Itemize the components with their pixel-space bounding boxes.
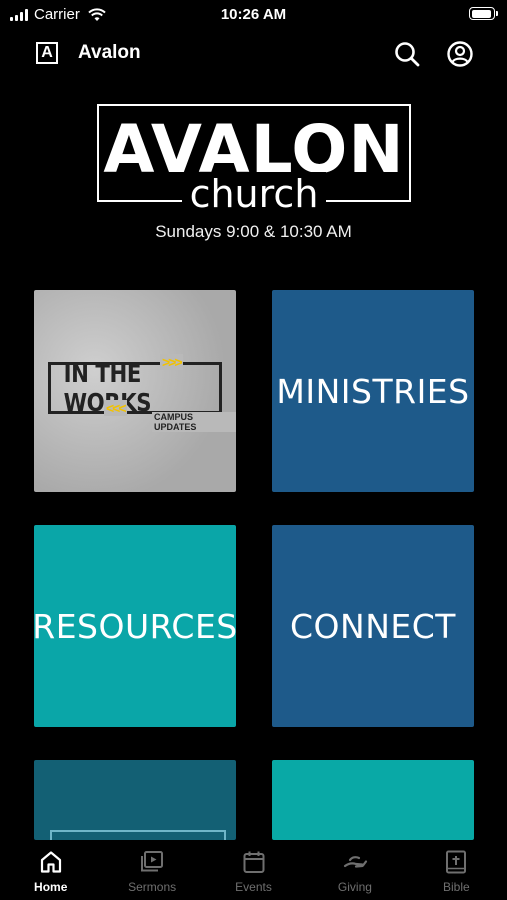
bottom-tab-bar: Home Sermons Events Giving Bible bbox=[0, 840, 507, 900]
video-playlist-icon bbox=[141, 851, 164, 872]
arrows-right-icon: >>> bbox=[160, 354, 183, 370]
tile-resources[interactable]: RESOURCES bbox=[34, 525, 236, 727]
tile-partial-right[interactable] bbox=[272, 760, 474, 840]
tile-label: CONNECT bbox=[290, 606, 456, 646]
tab-home-label: Home bbox=[34, 880, 68, 894]
top-nav-bar: A Avalon bbox=[0, 30, 507, 76]
tab-events-label: Events bbox=[235, 880, 272, 894]
bible-icon bbox=[446, 850, 467, 874]
battery-icon bbox=[469, 7, 498, 20]
tile-partial-left[interactable] bbox=[34, 760, 236, 840]
home-icon bbox=[40, 851, 61, 873]
service-schedule: Sundays 9:00 & 10:30 AM bbox=[155, 222, 352, 241]
tab-giving-label: Giving bbox=[337, 880, 372, 894]
tab-bible-label: Bible bbox=[442, 880, 470, 894]
tab-sermons[interactable]: Sermons bbox=[101, 840, 202, 900]
tab-events[interactable]: Events bbox=[203, 840, 304, 900]
tile-connect[interactable]: CONNECT bbox=[272, 525, 474, 727]
tile-in-the-works[interactable]: IN THE WORKS >>> <<< CAMPUS UPDATES bbox=[34, 290, 236, 492]
app-logo-icon: A bbox=[36, 42, 58, 64]
app-title: Avalon bbox=[78, 42, 141, 63]
giving-hand-icon bbox=[343, 856, 368, 868]
tile-ministries[interactable]: MINISTRIES bbox=[272, 290, 474, 492]
profile-icon[interactable] bbox=[446, 40, 474, 68]
tile-in-the-works-subtitle: CAMPUS UPDATES bbox=[152, 412, 236, 432]
tab-home[interactable]: Home bbox=[0, 840, 101, 900]
tile-in-the-works-title: IN THE WORKS bbox=[63, 359, 152, 417]
tile-label: RESOURCES bbox=[34, 606, 236, 646]
calendar-icon bbox=[243, 851, 265, 873]
tile-label: MINISTRIES bbox=[276, 371, 470, 411]
status-bar: Carrier 10:26 AM bbox=[0, 0, 507, 28]
clock: 10:26 AM bbox=[220, 6, 287, 23]
arrows-left-icon: <<< bbox=[104, 400, 127, 416]
church-logo-subtitle: church bbox=[181, 172, 327, 216]
tab-bible[interactable]: Bible bbox=[406, 840, 507, 900]
tab-giving[interactable]: Giving bbox=[304, 840, 405, 900]
search-icon[interactable] bbox=[393, 40, 421, 68]
tab-sermons-label: Sermons bbox=[128, 880, 177, 894]
tile-frame-decoration bbox=[50, 830, 226, 840]
